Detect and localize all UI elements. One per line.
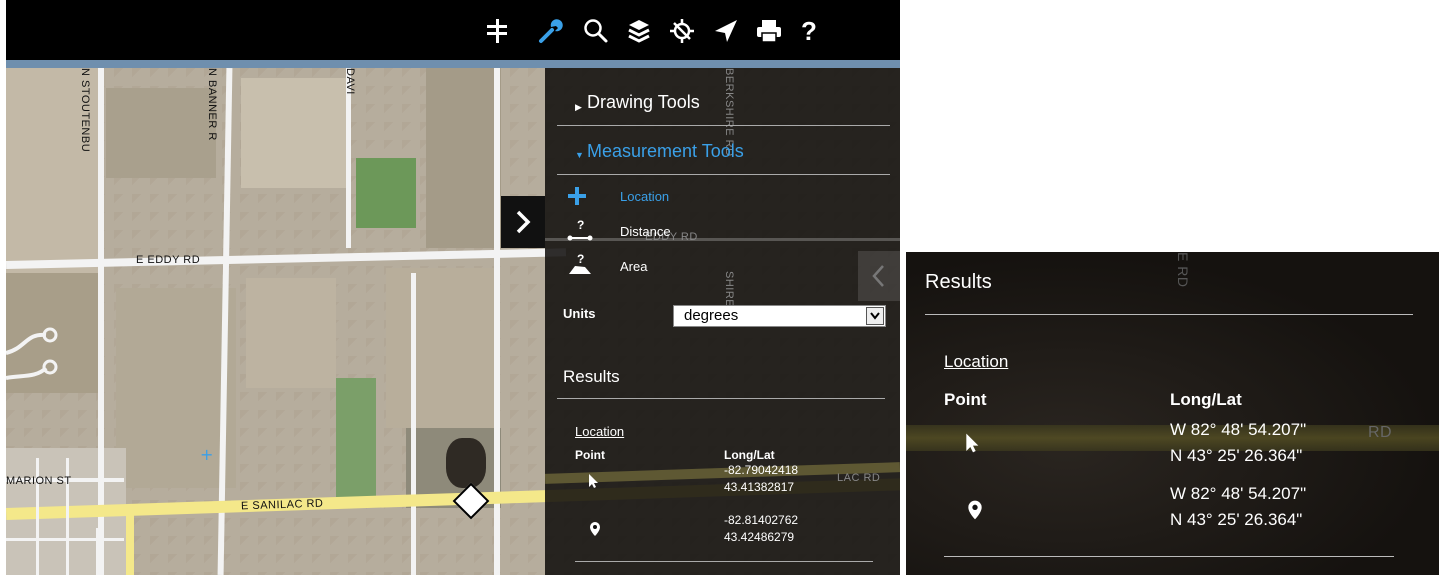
help-icon[interactable]: ? xyxy=(792,14,826,48)
result-longitude: W 82° 48' 54.207" xyxy=(1170,420,1307,439)
expand-panel-button[interactable] xyxy=(501,196,545,248)
result-latitude: N 43° 25' 26.364" xyxy=(1170,446,1303,465)
chevron-left-icon xyxy=(872,265,884,287)
field-parcel xyxy=(386,268,496,428)
chevron-down-icon xyxy=(866,307,884,325)
point-header: Point xyxy=(944,390,987,409)
field-parcel xyxy=(356,158,416,228)
collapse-panel-button[interactable] xyxy=(858,251,900,301)
road xyxy=(126,508,134,575)
results-title: Results xyxy=(563,367,620,386)
wrench-icon[interactable] xyxy=(534,14,568,48)
road-label: DAVI xyxy=(344,68,356,95)
distance-tool-icon[interactable]: ? xyxy=(567,218,593,248)
field-parcel xyxy=(336,378,376,498)
road xyxy=(346,68,351,248)
road-label: E RD xyxy=(1175,252,1191,288)
road-label: N STOUTENBU xyxy=(79,68,91,153)
divider xyxy=(557,174,890,175)
longlat-header: Long/Lat xyxy=(724,448,775,462)
distance-tool-label[interactable]: Distance xyxy=(620,224,671,239)
distance-question-mark: ? xyxy=(577,218,584,232)
cursor-icon xyxy=(965,432,981,458)
road xyxy=(98,68,104,575)
result-latitude: 43.41382817 xyxy=(724,480,795,494)
field-parcel xyxy=(246,278,336,388)
zoomed-results-inset: E RD RD Results Location Point Long/Lat … xyxy=(906,252,1439,575)
field-parcel xyxy=(426,68,501,248)
location-tool-icon[interactable] xyxy=(567,186,587,210)
legend-icon[interactable] xyxy=(480,14,514,48)
units-select[interactable]: degrees xyxy=(673,305,886,327)
longlat-header: Long/Lat xyxy=(1170,390,1242,409)
road-label: E EDDY RD xyxy=(136,254,201,266)
road-label: MARION ST xyxy=(6,475,72,487)
map-application: ? N STOUTENBU N BANNER R DAVI E EDDY RD … xyxy=(0,0,900,575)
measurement-tools-header[interactable]: Measurement Tools xyxy=(587,141,744,162)
location-marker[interactable]: + xyxy=(200,445,213,464)
road xyxy=(411,273,416,575)
area-tool-icon[interactable]: ? xyxy=(567,252,593,282)
print-icon[interactable] xyxy=(752,14,786,48)
dark-area xyxy=(446,438,486,488)
pin-icon xyxy=(589,521,601,541)
top-toolbar: ? xyxy=(6,0,900,60)
units-select-value: degrees xyxy=(684,307,739,324)
area-question-mark: ? xyxy=(577,252,584,266)
caret-right-icon: ▶ xyxy=(575,102,582,112)
result-longitude: W 82° 48' 54.207" xyxy=(1170,484,1307,503)
divider xyxy=(557,398,885,399)
divider xyxy=(925,314,1413,315)
area-tool-label[interactable]: Area xyxy=(620,259,647,274)
pin-icon xyxy=(967,499,983,525)
navigate-icon[interactable] xyxy=(709,14,743,48)
drawing-tools-header[interactable]: Drawing Tools xyxy=(587,92,700,113)
road xyxy=(6,538,124,541)
search-icon[interactable] xyxy=(579,14,613,48)
units-label: Units xyxy=(563,306,596,321)
location-results-link[interactable]: Location xyxy=(944,352,1008,372)
results-title: Results xyxy=(925,271,992,293)
cul-de-sac xyxy=(6,327,58,380)
location-tool-label[interactable]: Location xyxy=(620,189,669,204)
result-longitude: -82.81402762 xyxy=(724,513,799,527)
location-results-link[interactable]: Location xyxy=(575,424,624,439)
divider xyxy=(557,125,890,126)
chevron-right-icon xyxy=(516,210,531,234)
road-label: LAC RD xyxy=(837,472,881,484)
cursor-icon xyxy=(588,473,600,493)
field-parcel xyxy=(241,78,351,188)
road-shadow xyxy=(545,238,900,241)
field-parcel xyxy=(106,88,216,178)
road-label: RD xyxy=(1368,424,1393,441)
divider xyxy=(575,561,873,562)
result-latitude: 43.42486279 xyxy=(724,530,795,544)
field-parcel xyxy=(116,288,236,488)
road-label: N BANNER R xyxy=(206,68,218,141)
layers-icon[interactable] xyxy=(622,14,656,48)
road xyxy=(96,528,99,575)
caret-down-icon: ▼ xyxy=(575,150,584,160)
point-header: Point xyxy=(575,448,605,462)
gps-icon[interactable] xyxy=(665,14,699,48)
road-label: E SANILAC RD xyxy=(240,497,324,513)
result-longitude: -82.79042418 xyxy=(724,463,799,477)
result-latitude: N 43° 25' 26.364" xyxy=(1170,510,1303,529)
toolbar-divider xyxy=(6,60,900,68)
divider xyxy=(944,556,1394,557)
